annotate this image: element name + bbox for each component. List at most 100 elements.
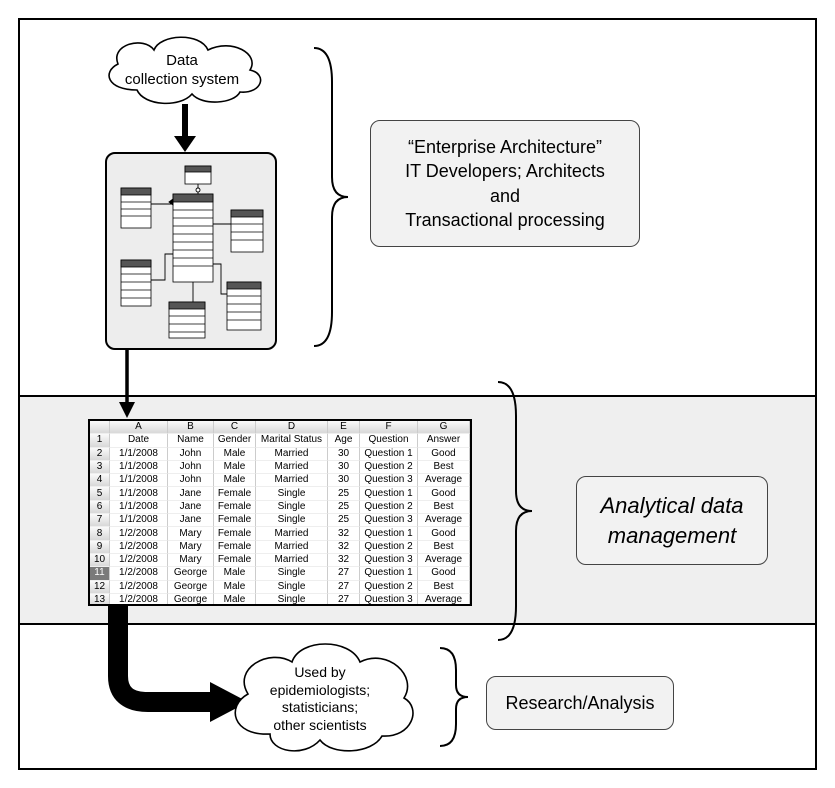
cell-name: Mary xyxy=(168,527,214,540)
cell-age: 27 xyxy=(328,567,360,580)
cell-age: 32 xyxy=(328,554,360,567)
field-header: Gender xyxy=(214,434,256,447)
cloud-text-line: other scientists xyxy=(273,717,366,735)
cell-age: 25 xyxy=(328,514,360,527)
row-number: 8 xyxy=(90,527,110,540)
arrow-cloud-to-erd xyxy=(170,102,200,154)
cell-gender: Female xyxy=(214,501,256,514)
cell-marital-status: Married xyxy=(256,448,328,461)
cell-name: Jane xyxy=(168,487,214,500)
row-number: 9 xyxy=(90,541,110,554)
cell-marital-status: Single xyxy=(256,567,328,580)
cell-date: 1/2/2008 xyxy=(110,527,168,540)
cell-answer: Average xyxy=(418,514,470,527)
cell-age: 25 xyxy=(328,501,360,514)
corner-cell xyxy=(90,421,110,434)
cell-date: 1/1/2008 xyxy=(110,448,168,461)
label-line: “Enterprise Architecture” xyxy=(389,135,621,159)
row-number: 6 xyxy=(90,501,110,514)
cell-name: George xyxy=(168,594,214,606)
row-number: 5 xyxy=(90,487,110,500)
erd-schema-icon xyxy=(107,154,279,352)
cell-gender: Male xyxy=(214,567,256,580)
cell-marital-status: Single xyxy=(256,514,328,527)
field-header: Question xyxy=(360,434,418,447)
field-header: Name xyxy=(168,434,214,447)
cell-date: 1/1/2008 xyxy=(110,501,168,514)
cell-question: Question 3 xyxy=(360,554,418,567)
cell-name: Mary xyxy=(168,554,214,567)
cell-gender: Female xyxy=(214,514,256,527)
field-header: Date xyxy=(110,434,168,447)
cell-answer: Best xyxy=(418,461,470,474)
cell-date: 1/1/2008 xyxy=(110,461,168,474)
label-line: Transactional processing xyxy=(389,208,621,232)
column-letter: C xyxy=(214,421,256,434)
cell-gender: Male xyxy=(214,581,256,594)
spreadsheet-table: ABCDEFG1DateNameGenderMarital StatusAgeQ… xyxy=(88,419,472,606)
cell-marital-status: Single xyxy=(256,594,328,606)
cell-age: 30 xyxy=(328,461,360,474)
cell-question: Question 3 xyxy=(360,514,418,527)
label-research-analysis: Research/Analysis xyxy=(486,676,674,730)
cloud-text-line: collection system xyxy=(125,71,239,90)
cell-name: John xyxy=(168,461,214,474)
cell-date: 1/1/2008 xyxy=(110,514,168,527)
row-number: 11 xyxy=(90,567,110,580)
cell-answer: Good xyxy=(418,567,470,580)
label-line: management xyxy=(595,521,749,551)
cell-name: Mary xyxy=(168,541,214,554)
cell-date: 1/2/2008 xyxy=(110,594,168,606)
cell-name: Jane xyxy=(168,501,214,514)
cell-marital-status: Married xyxy=(256,474,328,487)
cell-age: 32 xyxy=(328,541,360,554)
cell-gender: Female xyxy=(214,487,256,500)
column-letter: E xyxy=(328,421,360,434)
cell-question: Question 3 xyxy=(360,594,418,606)
cell-name: John xyxy=(168,448,214,461)
cell-date: 1/2/2008 xyxy=(110,541,168,554)
row-number: 4 xyxy=(90,474,110,487)
column-letter: G xyxy=(418,421,470,434)
cloud-text-line: Used by xyxy=(294,664,345,682)
cell-date: 1/1/2008 xyxy=(110,487,168,500)
cell-answer: Average xyxy=(418,474,470,487)
cloud-text-line: statisticians; xyxy=(282,699,358,717)
arrow-erd-to-spreadsheet xyxy=(117,350,137,420)
cell-age: 30 xyxy=(328,448,360,461)
cell-answer: Good xyxy=(418,448,470,461)
label-line: Analytical data xyxy=(595,491,749,521)
cell-gender: Female xyxy=(214,541,256,554)
bracket-analytical xyxy=(486,376,534,646)
erd-diagram xyxy=(105,152,277,350)
field-header: Answer xyxy=(418,434,470,447)
cell-date: 1/2/2008 xyxy=(110,567,168,580)
label-enterprise-architecture: “Enterprise Architecture” IT Developers;… xyxy=(370,120,640,247)
column-letter: B xyxy=(168,421,214,434)
cloud-text-line: epidemiologists; xyxy=(270,682,370,700)
cell-marital-status: Single xyxy=(256,581,328,594)
cell-date: 1/1/2008 xyxy=(110,474,168,487)
field-header: Age xyxy=(328,434,360,447)
bracket-research xyxy=(430,642,470,752)
cell-gender: Female xyxy=(214,554,256,567)
row-number: 3 xyxy=(90,461,110,474)
cell-question: Question 2 xyxy=(360,541,418,554)
column-letter: A xyxy=(110,421,168,434)
field-header: Marital Status xyxy=(256,434,328,447)
cloud-text-line: Data xyxy=(166,52,198,71)
cell-gender: Male xyxy=(214,448,256,461)
cell-question: Question 1 xyxy=(360,487,418,500)
cell-date: 1/2/2008 xyxy=(110,554,168,567)
cell-age: 32 xyxy=(328,527,360,540)
cell-answer: Best xyxy=(418,501,470,514)
cell-name: Jane xyxy=(168,514,214,527)
cell-answer: Good xyxy=(418,487,470,500)
cell-question: Question 2 xyxy=(360,501,418,514)
cell-question: Question 2 xyxy=(360,581,418,594)
row-number: 2 xyxy=(90,448,110,461)
cell-age: 30 xyxy=(328,474,360,487)
row-number: 13 xyxy=(90,594,110,606)
cell-question: Question 2 xyxy=(360,461,418,474)
cell-answer: Best xyxy=(418,581,470,594)
